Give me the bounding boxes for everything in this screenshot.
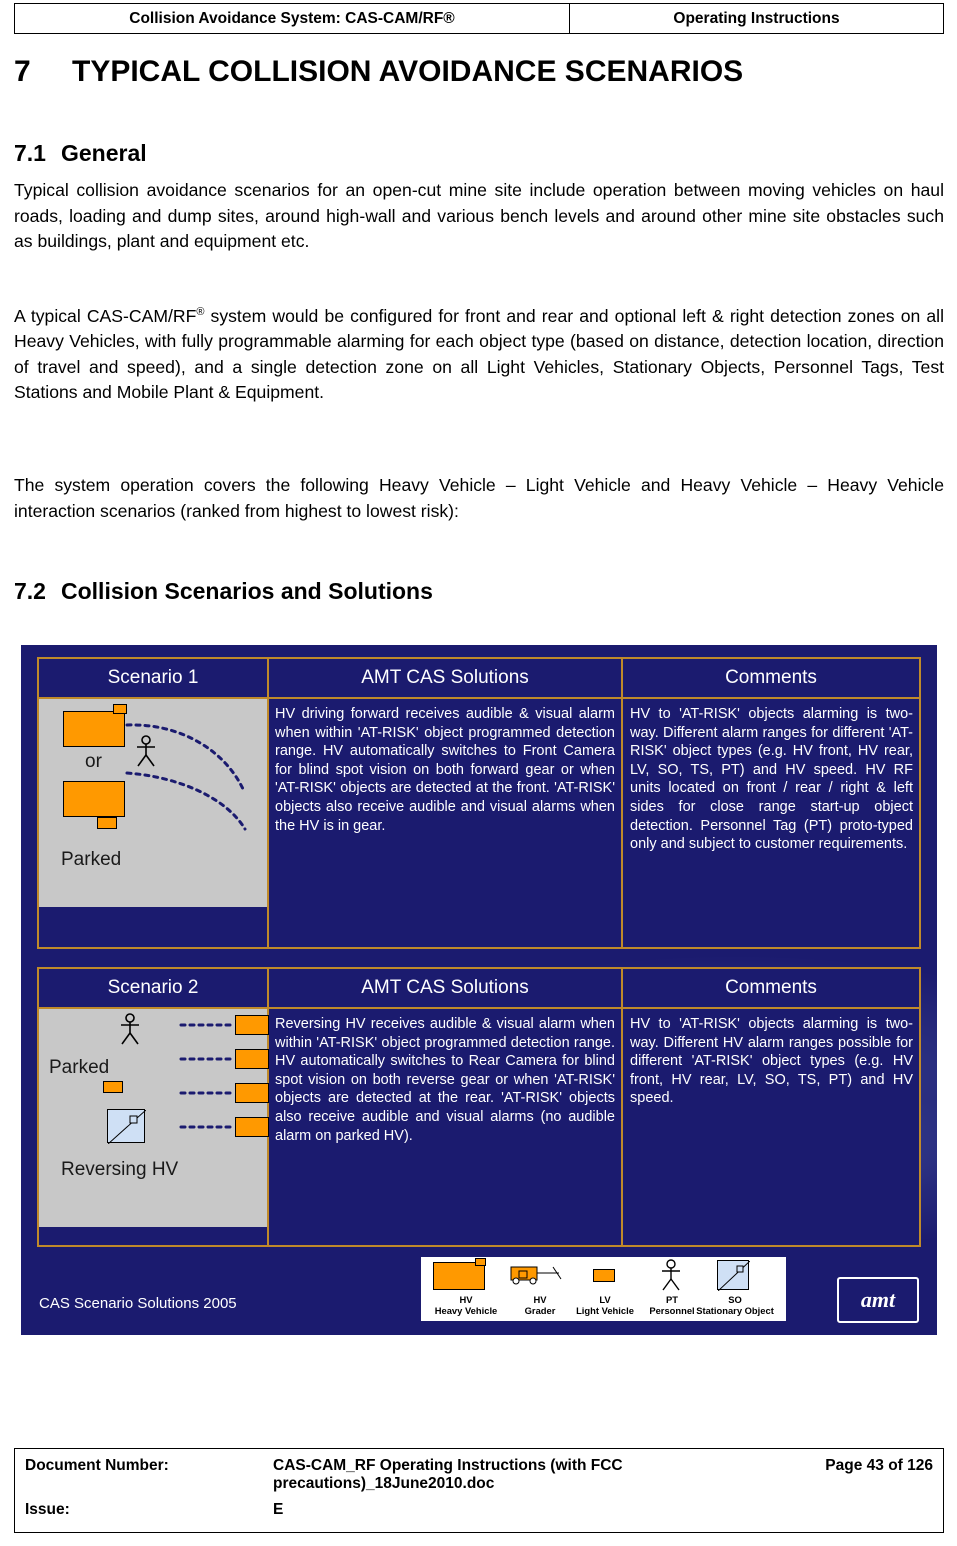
scenario-2-title: Scenario 2 <box>39 969 269 1007</box>
legend-stationary-object-glyph <box>717 1260 751 1292</box>
footer-page-number: Page 43 of 126 <box>825 1457 933 1474</box>
heavy-vehicle-icon <box>63 711 125 747</box>
scenario-1-diagram-cell: or Parked <box>39 699 269 947</box>
header-system-title: Collision Avoidance System: CAS-CAM/RF® <box>15 4 570 33</box>
detection-arc-lines <box>125 723 247 831</box>
scenario-2-solutions-text: Reversing HV receives audible & visual a… <box>269 1009 623 1245</box>
legend-abbr-2: LV <box>599 1294 611 1305</box>
legend-abbr-1: HV <box>533 1294 547 1305</box>
heavy-vehicle-icon-2 <box>63 781 125 817</box>
light-vehicle-icon <box>103 1081 123 1093</box>
stationary-object-glyph <box>107 1109 147 1145</box>
scenario-1-or-label: or <box>85 751 102 772</box>
paragraph-2: A typical CAS-CAM/RF® system would be co… <box>14 300 944 406</box>
legend-stationary-object-icon <box>717 1260 751 1292</box>
scenario-2-diagram: Parked Reversing HV <box>39 1009 269 1227</box>
scenario-2-table: Scenario 2 AMT CAS Solutions Comments Pa… <box>37 967 921 1247</box>
reversing-hv-icon-1 <box>235 1015 269 1035</box>
footer-issue-label: Issue: <box>25 1501 70 1518</box>
scenario-2-comments-text: HV to 'AT-RISK' objects alarming is two-… <box>630 1016 913 1107</box>
footer-doc-number-value: CAS-CAM_RF Operating Instructions (with … <box>273 1449 943 1493</box>
scenario-2-diagram-cell: Parked Reversing HV <box>39 1009 269 1245</box>
scenario-2-comments-title: Comments <box>725 977 817 998</box>
footer-row-issue: Issue: E <box>15 1493 943 1532</box>
reverse-path-lines <box>179 1023 237 1129</box>
header-doc-type: Operating Instructions <box>673 9 840 27</box>
legend-light-vehicle-icon <box>593 1269 615 1282</box>
section-71-title: General <box>61 140 147 166</box>
scenario-1-diagram: or Parked <box>39 699 269 907</box>
legend-name-4: Stationary Object <box>696 1304 774 1316</box>
scenario-1-solutions-title: AMT CAS Solutions <box>269 659 623 697</box>
scenario-1-parked-label: Parked <box>61 849 122 870</box>
light-vehicle-icon <box>97 817 117 829</box>
scenario-1-comments-text: HV to 'AT-RISK' objects alarming is two-… <box>630 706 913 853</box>
footer-doc-number-text: CAS-CAM_RF Operating Instructions (with … <box>273 1457 623 1474</box>
legend-personnel-icon <box>662 1259 680 1291</box>
paragraph-3: The system operation covers the followin… <box>14 475 944 521</box>
figure-caption: CAS Scenario Solutions 2005 <box>39 1295 237 1312</box>
scenario-1-title: Scenario 1 <box>39 659 269 697</box>
section-71-heading: 7.1 General <box>14 140 147 167</box>
legend-name-2: Light Vehicle <box>576 1304 634 1316</box>
section-72-title: Collision Scenarios and Solutions <box>61 578 433 604</box>
page-header: Collision Avoidance System: CAS-CAM/RF® … <box>14 3 944 34</box>
paragraph-1: Typical collision avoidance scenarios fo… <box>14 180 944 251</box>
legend-label-2: LV Light Vehicle <box>569 1294 641 1316</box>
page-footer: Document Number: CAS-CAM_RF Operating In… <box>14 1448 944 1533</box>
reversing-hv-icon-3 <box>235 1083 269 1103</box>
figure-legend: HV Heavy Vehicle HV Grader LV Light Vehi… <box>421 1257 786 1321</box>
document-page: Collision Avoidance System: CAS-CAM/RF® … <box>0 0 957 1546</box>
scenario-2-solutions-title: AMT CAS Solutions <box>269 969 623 1007</box>
scenario-1-solutions-text: HV driving forward receives audible & vi… <box>269 699 623 947</box>
section-72-number: 7.2 <box>14 578 46 604</box>
legend-name-1: Grader <box>524 1304 556 1316</box>
scenario-2-parked-label: Parked <box>49 1057 110 1078</box>
footer-row-document-number: Document Number: CAS-CAM_RF Operating In… <box>15 1449 943 1493</box>
footer-doc-number-text-line2: precautions)_18June2010.doc <box>273 1475 495 1492</box>
section-7-title: TYPICAL COLLISION AVOIDANCE SCENARIOS <box>72 55 744 88</box>
reversing-hv-icon-4 <box>235 1117 269 1137</box>
scenario-1-table: Scenario 1 AMT CAS Solutions Comments or… <box>37 657 921 949</box>
section-72-heading: 7.2 Collision Scenarios and Solutions <box>14 578 433 605</box>
scenario-2-header-row: Scenario 2 AMT CAS Solutions Comments <box>39 969 919 1009</box>
personnel-icon <box>121 1013 139 1045</box>
section-71-number: 7.1 <box>14 140 46 166</box>
section-7-heading: 7 TYPICAL COLLISION AVOIDANCE SCENARIOS <box>14 55 743 89</box>
legend-label-1: HV Grader <box>507 1294 573 1316</box>
scenario-1-comments-title: Comments <box>725 667 817 688</box>
paragraph-2-part-a: A typical CAS-CAM/RF <box>14 305 197 326</box>
amt-logo: amt <box>837 1277 919 1323</box>
legend-heavy-vehicle-cab-icon <box>475 1258 486 1266</box>
scenario-2-reversing-label: Reversing HV <box>61 1159 179 1180</box>
footer-doc-number-label: Document Number: <box>25 1457 169 1474</box>
scenario-2-body-row: Parked Reversing HV Reversing HV receive… <box>39 1009 919 1245</box>
footer-issue-value: E <box>273 1501 284 1518</box>
legend-heavy-vehicle-icon <box>433 1262 485 1290</box>
scenario-1-header-row: Scenario 1 AMT CAS Solutions Comments <box>39 659 919 699</box>
legend-label-0: HV Heavy Vehicle <box>421 1294 511 1316</box>
legend-name-0: Heavy Vehicle <box>434 1304 498 1316</box>
scenario-figure: Scenario 1 AMT CAS Solutions Comments or… <box>21 645 937 1335</box>
scenario-1-body-row: or Parked HV driving forward receives au… <box>39 699 919 947</box>
stationary-object-icon <box>107 1109 147 1145</box>
legend-label-4: SO Stationary Object <box>695 1294 775 1316</box>
legend-grader-icon <box>510 1266 562 1285</box>
reversing-hv-icon-2 <box>235 1049 269 1069</box>
section-7-number: 7 <box>14 55 31 88</box>
legend-abbr-0: HV <box>459 1294 473 1305</box>
legend-abbr-4: SO <box>728 1294 742 1305</box>
